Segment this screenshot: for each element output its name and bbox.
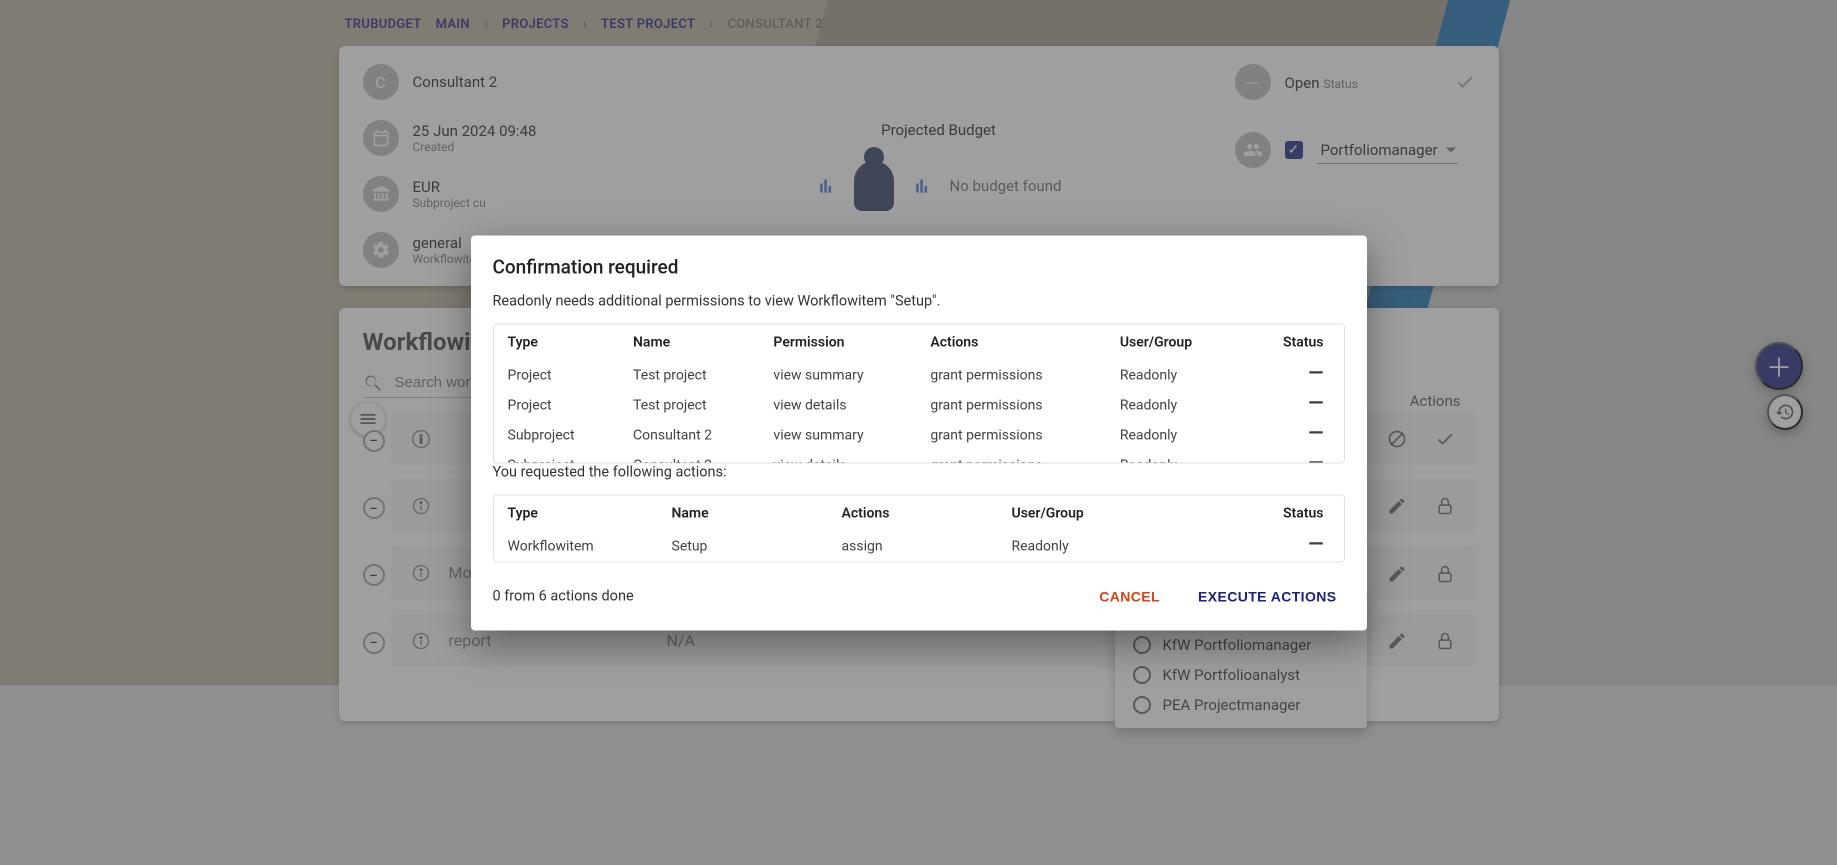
cell-permission: view details [765, 450, 922, 462]
minus-icon: — [1308, 420, 1323, 444]
cell-usergroup: Readonly [1004, 531, 1195, 561]
col-status: Status [1195, 495, 1344, 531]
col-actions: Actions [834, 495, 1004, 531]
cell-status: — [1242, 360, 1343, 390]
requested-actions-table: Type Name Actions User/Group Status Work… [493, 494, 1345, 562]
actions-progress: 0 from 6 actions done [493, 588, 634, 605]
col-usergroup: User/Group [1004, 495, 1195, 531]
cell-name: Test project [625, 360, 765, 390]
col-type: Type [494, 495, 664, 531]
cell-name: Test project [625, 390, 765, 420]
cell-type: Project [494, 360, 626, 390]
col-name: Name [625, 324, 765, 360]
requested-actions-label: You requested the following actions: [493, 463, 1345, 480]
minus-icon: — [1308, 450, 1323, 462]
cell-actions: grant permissions [922, 390, 1111, 420]
cell-usergroup: Readonly [1112, 420, 1242, 450]
cell-status: — [1242, 450, 1343, 462]
cell-type: Subproject [494, 450, 626, 462]
cancel-button[interactable]: CANCEL [1091, 582, 1168, 610]
cell-usergroup: Readonly [1112, 390, 1242, 420]
cell-name: Setup [664, 531, 834, 561]
table-row: SubprojectConsultant 2view summarygrant … [494, 420, 1344, 450]
minus-icon: — [1308, 390, 1323, 414]
modal-description: Readonly needs additional permissions to… [493, 292, 1345, 309]
cell-actions: assign [834, 531, 1004, 561]
col-permission: Permission [765, 324, 922, 360]
table-row: WorkflowitemSetupassignReadonly — [494, 531, 1344, 561]
permissions-table: Type Name Permission Actions User/Group … [493, 323, 1345, 463]
cell-type: Subproject [494, 420, 626, 450]
cell-permission: view details [765, 390, 922, 420]
cell-usergroup: Readonly [1112, 360, 1242, 390]
cell-name: Consultant 2 [625, 420, 765, 450]
modal-title: Confirmation required [493, 255, 1345, 278]
table-row: SubprojectConsultant 2view detailsgrant … [494, 450, 1344, 462]
minus-icon: — [1308, 531, 1323, 555]
cell-name: Consultant 2 [625, 450, 765, 462]
col-status: Status [1242, 324, 1343, 360]
cell-usergroup: Readonly [1112, 450, 1242, 462]
table-row: ProjectTest projectview summarygrant per… [494, 360, 1344, 390]
permissions-scroll[interactable]: Type Name Permission Actions User/Group … [494, 324, 1344, 462]
cell-actions: grant permissions [922, 420, 1111, 450]
cell-permission: view summary [765, 420, 922, 450]
table-row: ProjectTest projectview detailsgrant per… [494, 390, 1344, 420]
execute-actions-button[interactable]: EXECUTE ACTIONS [1190, 582, 1345, 610]
cell-actions: grant permissions [922, 450, 1111, 462]
cell-actions: grant permissions [922, 360, 1111, 390]
minus-icon: — [1308, 360, 1323, 384]
cell-permission: view summary [765, 360, 922, 390]
cell-status: — [1242, 390, 1343, 420]
col-actions: Actions [922, 324, 1111, 360]
col-name: Name [664, 495, 834, 531]
confirmation-modal: Confirmation required Readonly needs add… [471, 235, 1367, 630]
col-type: Type [494, 324, 626, 360]
cell-type: Project [494, 390, 626, 420]
cell-status: — [1242, 420, 1343, 450]
cell-status: — [1195, 531, 1344, 561]
cell-type: Workflowitem [494, 531, 664, 561]
col-usergroup: User/Group [1112, 324, 1242, 360]
